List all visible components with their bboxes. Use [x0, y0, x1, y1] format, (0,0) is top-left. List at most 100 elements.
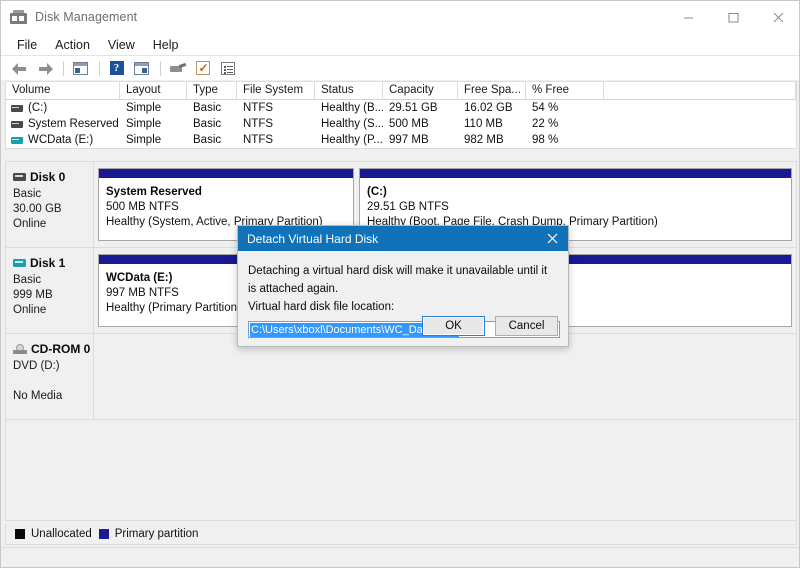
toolbar-separator [63, 61, 64, 76]
volume-cell: System Reserved [6, 118, 120, 130]
column-header-percent-free[interactable]: % Free [526, 82, 604, 100]
partition-name: System Reserved [106, 185, 353, 200]
disk-type: DVD (D:) [13, 359, 93, 374]
disk-state: No Media [13, 389, 93, 404]
table-row[interactable]: (C:) Simple Basic NTFS Healthy (B... 29.… [6, 100, 796, 116]
minimize-button[interactable] [666, 1, 711, 33]
cancel-button[interactable]: Cancel [495, 316, 558, 336]
type-cell: Basic [187, 102, 237, 114]
table-row[interactable]: WCData (E:) Simple Basic NTFS Healthy (P… [6, 132, 796, 148]
disk-title-1: Disk 1 [13, 256, 93, 270]
layout-cell: Simple [120, 134, 187, 146]
column-header-filler [604, 82, 796, 100]
forward-button[interactable] [33, 58, 56, 79]
show-hide-console-tree-icon [73, 62, 88, 75]
layout-cell: Simple [120, 118, 187, 130]
disk-state: Online [13, 303, 93, 318]
status-cell: Healthy (B... [315, 102, 383, 114]
show-hide-action-pane-button[interactable] [130, 58, 153, 79]
dialog-close-button[interactable] [536, 226, 568, 251]
show-hide-console-tree-button[interactable] [69, 58, 92, 79]
menu-view[interactable]: View [99, 35, 144, 55]
column-header-layout[interactable]: Layout [120, 82, 187, 100]
column-header-volume[interactable]: Volume [6, 82, 120, 100]
partition-size-fs: 500 MB NTFS [106, 200, 353, 215]
table-row[interactable]: System Reserved Simple Basic NTFS Health… [6, 116, 796, 132]
column-header-type[interactable]: Type [187, 82, 237, 100]
volume-label: WCData (E:) [28, 134, 93, 146]
maximize-button[interactable] [711, 1, 756, 33]
column-header-status[interactable]: Status [315, 82, 383, 100]
free-space-cell: 982 MB [458, 134, 526, 146]
volume-disk-icon [11, 137, 23, 144]
partition-color-bar [360, 169, 791, 179]
disk-size: 999 MB [13, 288, 93, 303]
disk-size: 30.00 GB [13, 202, 93, 217]
toolbar: ? ✓ [1, 56, 800, 80]
legend-item-unallocated: Unallocated [15, 528, 92, 540]
volume-label: (C:) [28, 102, 47, 114]
column-header-capacity[interactable]: Capacity [383, 82, 458, 100]
properties-button[interactable]: ✓ [191, 58, 214, 79]
dialog-title-bar: Detach Virtual Hard Disk [238, 226, 568, 251]
window-controls [666, 1, 800, 33]
legend-label: Unallocated [31, 528, 92, 540]
column-header-file-system[interactable]: File System [237, 82, 315, 100]
legend: Unallocated Primary partition [5, 523, 797, 545]
toolbar-separator [160, 61, 161, 76]
back-button[interactable] [8, 58, 31, 79]
disk-type: Basic [13, 187, 93, 202]
disk-view-empty-space [6, 420, 796, 520]
ok-button[interactable]: OK [422, 316, 485, 336]
disk-name: Disk 0 [30, 170, 65, 184]
menu-help[interactable]: Help [144, 35, 188, 55]
rescan-disks-button[interactable] [166, 58, 189, 79]
no-media-pane [102, 346, 788, 407]
file-system-cell: NTFS [237, 118, 315, 130]
list-view-icon [221, 62, 235, 75]
volume-cell: WCData (E:) [6, 134, 120, 146]
menu-action[interactable]: Action [46, 35, 99, 55]
volume-disk-icon [11, 121, 23, 128]
title-bar-left: Disk Management [1, 10, 666, 25]
free-space-cell: 16.02 GB [458, 102, 526, 114]
disk-management-window: Disk Management File Action View Help [0, 0, 800, 568]
capacity-cell: 29.51 GB [383, 102, 458, 114]
show-hide-action-pane-icon [134, 62, 149, 75]
free-space-cell: 110 MB [458, 118, 526, 130]
volume-disk-icon [11, 105, 23, 112]
disk-title-cdrom: CD-ROM 0 [13, 342, 93, 356]
properties-check-icon: ✓ [196, 61, 210, 75]
disk-info-1[interactable]: Disk 1 Basic 999 MB Online [6, 248, 94, 333]
volume-list[interactable]: Volume Layout Type File System Status Ca… [5, 81, 797, 149]
help-button[interactable]: ? [105, 58, 128, 79]
file-system-cell: NTFS [237, 134, 315, 146]
dialog-field-label: Virtual hard disk file location: [248, 298, 558, 316]
percent-free-cell: 22 % [526, 118, 604, 130]
close-button[interactable] [756, 1, 800, 33]
disk-info-0[interactable]: Disk 0 Basic 30.00 GB Online [6, 162, 94, 247]
volume-label: System Reserved [28, 118, 119, 130]
detach-virtual-hard-disk-dialog: Detach Virtual Hard Disk Detaching a vir… [237, 225, 569, 347]
type-cell: Basic [187, 118, 237, 130]
list-view-button[interactable] [216, 58, 239, 79]
volume-list-header: Volume Layout Type File System Status Ca… [6, 82, 796, 100]
partition-color-bar [99, 169, 353, 179]
disk-info-cdrom[interactable]: CD-ROM 0 DVD (D:) No Media [6, 334, 94, 419]
type-cell: Basic [187, 134, 237, 146]
hard-disk-icon [13, 173, 26, 181]
back-arrow-icon [12, 62, 28, 75]
window-title: Disk Management [35, 10, 137, 24]
rescan-disks-icon [170, 63, 186, 74]
hard-disk-icon [13, 259, 26, 267]
close-icon [547, 233, 558, 244]
help-icon: ? [110, 61, 124, 75]
column-header-free-space[interactable]: Free Spa... [458, 82, 526, 100]
legend-item-primary-partition: Primary partition [99, 528, 199, 540]
toolbar-separator [99, 61, 100, 76]
legend-swatch-primary [99, 529, 109, 539]
legend-label: Primary partition [115, 528, 199, 540]
dialog-message: Detaching a virtual hard disk will make … [248, 262, 558, 298]
menu-file[interactable]: File [8, 35, 46, 55]
status-cell: Healthy (P... [315, 134, 383, 146]
